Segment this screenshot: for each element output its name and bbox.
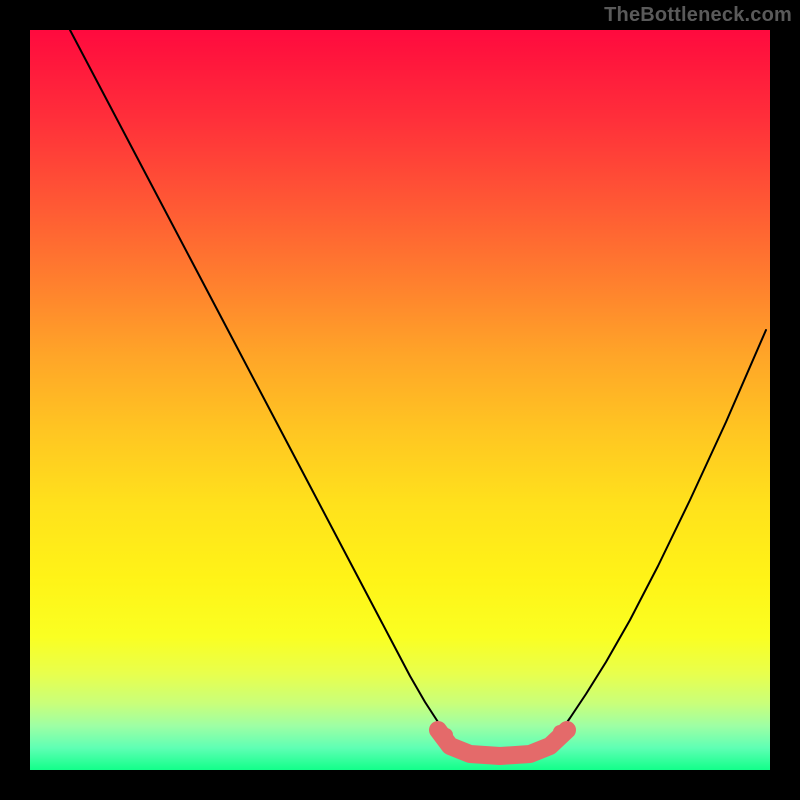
watermark-text: TheBottleneck.com [604, 4, 792, 27]
left-end-dot [439, 728, 453, 742]
series-curve-left [70, 30, 446, 735]
chart-svg [30, 30, 770, 770]
series-curve-right [558, 330, 766, 735]
chart-frame: TheBottleneck.com [0, 0, 800, 800]
right-end-dot [553, 725, 567, 739]
chart-lines [70, 30, 766, 756]
chart-plot-area [30, 30, 770, 770]
series-thick-band [438, 730, 567, 756]
